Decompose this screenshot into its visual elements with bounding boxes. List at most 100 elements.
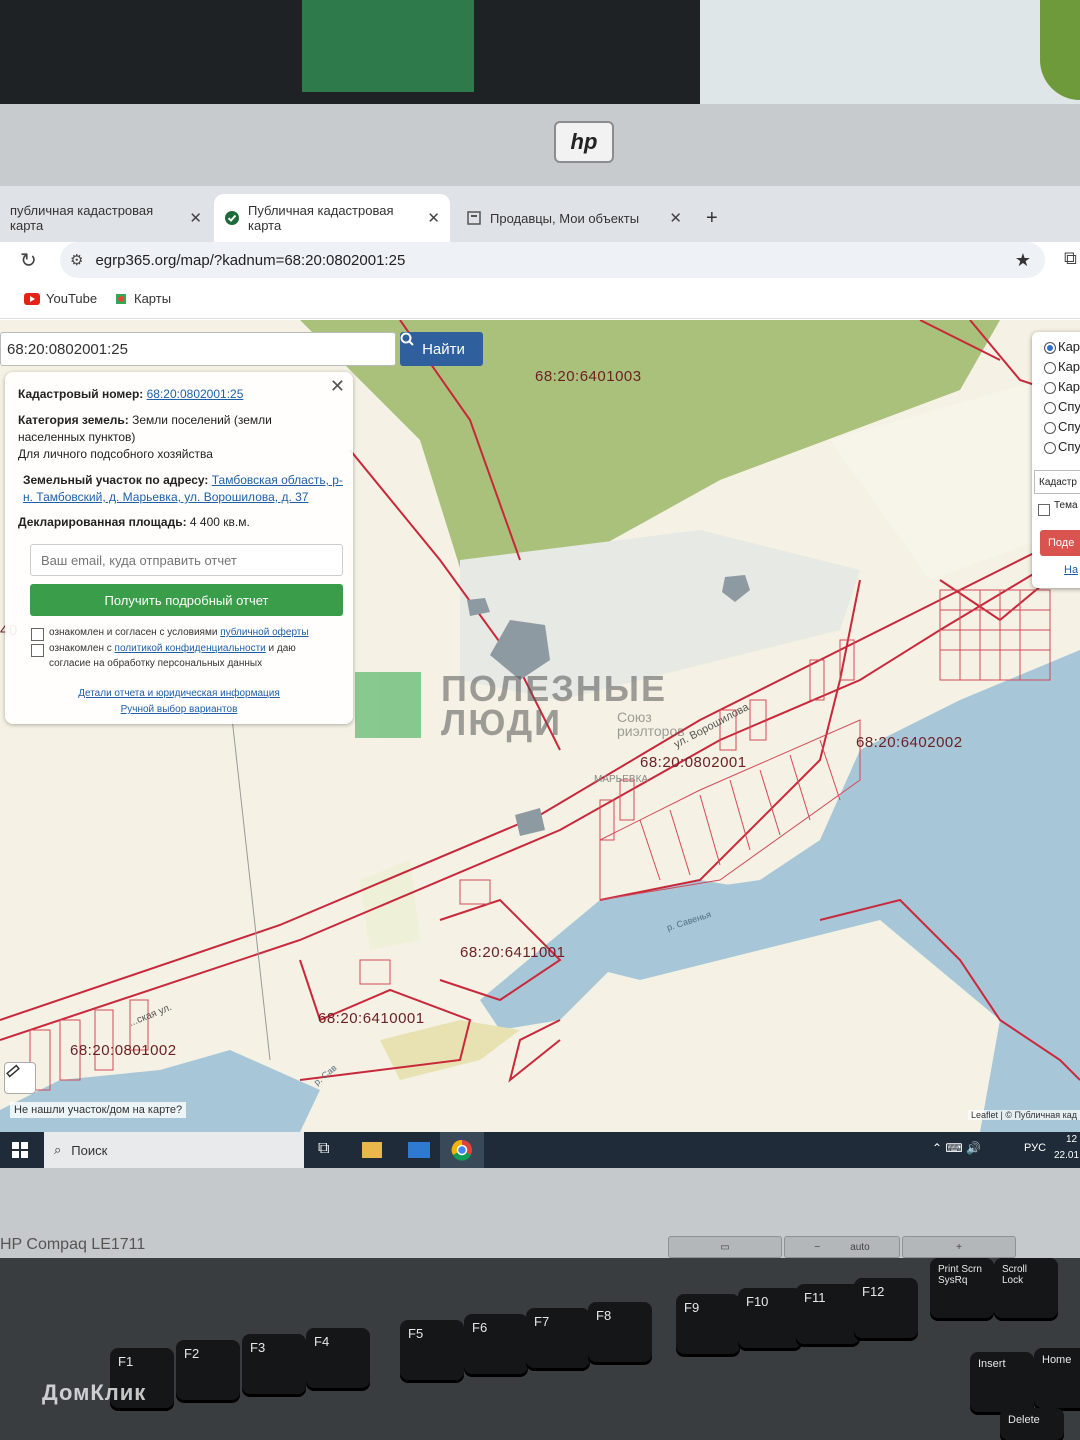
layer-radio[interactable] (1044, 402, 1056, 414)
extensions-icon[interactable]: ⧉ (1064, 248, 1077, 269)
tab-sellers[interactable]: Продавцы, Мои объекты ✕ (456, 194, 692, 242)
watermark-logo-icon (355, 672, 421, 738)
cadastral-number-link[interactable]: 68:20:0802001:25 (147, 387, 244, 401)
reload-icon[interactable]: ↻ (20, 248, 37, 273)
layer-label: Кар (1058, 359, 1080, 374)
cadastral-search-input[interactable] (0, 332, 396, 366)
quarter-label: 68:20:6410001 (318, 1010, 425, 1027)
background-window (700, 0, 1080, 110)
offer-consent-text: ознакомлен и согласен с условиями публич… (49, 625, 339, 640)
key-f11[interactable]: F11 (796, 1284, 860, 1344)
not-found-link[interactable]: Не нашли участок/дом на карте? (10, 1102, 187, 1118)
clock-date[interactable]: 22.01 (1054, 1150, 1079, 1161)
tray-icons[interactable]: ⌃ ⌨ 🔊 (932, 1141, 981, 1155)
land-use: Для личного подсобного хозяйства (18, 447, 213, 461)
land-category-row: Категория земель: Земли поселений (земли… (18, 412, 338, 446)
ruler-tool-button[interactable] (4, 1062, 36, 1094)
privacy-consent-checkbox[interactable] (31, 644, 44, 657)
ruler-icon (6, 1064, 20, 1078)
get-report-button[interactable]: Получить подробный отчет (30, 584, 343, 616)
details-link[interactable]: Детали отчета и юридическая информация (78, 688, 280, 699)
key-f6[interactable]: F6 (464, 1314, 528, 1374)
key-f10[interactable]: F10 (738, 1288, 802, 1348)
quarter-label: 68:20:0801002 (70, 1042, 177, 1059)
key-f8[interactable]: F8 (588, 1302, 652, 1362)
watermark-sub2: риэлторов (617, 723, 685, 739)
layer-radio[interactable] (1044, 342, 1056, 354)
poleznye-ludi-watermark: ПОЛЕЗНЫЕ ЛЮДИ Союз риэлторов (355, 668, 715, 743)
bookmark-youtube[interactable]: YouTube (24, 291, 97, 306)
layer-radio[interactable] (1044, 442, 1056, 454)
chrome-taskbar-button[interactable] (440, 1132, 484, 1168)
key-home[interactable]: Home (1034, 1348, 1080, 1408)
auto-label: auto (850, 1241, 870, 1253)
map-attribution[interactable]: Leaflet | © Публичная кад (967, 1110, 1080, 1120)
watermark-sub: Союз риэлторов (617, 710, 685, 738)
cadastral-map[interactable]: Найти 68:20:6401003 68:20:0802001 68:20:… (0, 320, 1080, 1132)
address-bar[interactable]: ⚙ egrp365.org/map/?kadnum=68:20:0802001:… (60, 242, 1045, 278)
layer-radio[interactable] (1044, 422, 1056, 434)
watermark-sub1: Союз (617, 709, 652, 725)
layer-radio[interactable] (1044, 362, 1056, 374)
theme-checkbox[interactable] (1038, 504, 1050, 516)
key-f5[interactable]: F5 (400, 1320, 464, 1380)
monitor-minus-button[interactable]: − auto (784, 1236, 900, 1258)
share-button[interactable]: Поде (1040, 530, 1080, 556)
layer-label: Кар (1058, 379, 1080, 394)
new-tab-button[interactable]: + (696, 194, 726, 242)
key-print-screen[interactable]: Print Scrn SysRq (930, 1258, 994, 1318)
windows-taskbar: ⌕ Поиск ⧉ ⌃ ⌨ 🔊 РУС 12 22.01 (0, 1132, 1080, 1168)
taskbar-search[interactable]: ⌕ Поиск (44, 1132, 304, 1168)
close-icon[interactable]: ✕ (669, 209, 682, 227)
key-insert[interactable]: Insert (970, 1352, 1034, 1412)
close-icon[interactable]: ✕ (189, 209, 202, 227)
key-f7[interactable]: F7 (526, 1308, 590, 1368)
key-f12[interactable]: F12 (854, 1278, 918, 1338)
consent2-prefix: ознакомлен с (49, 643, 112, 654)
bookmark-label: YouTube (46, 291, 98, 306)
windows-start-icon[interactable] (12, 1142, 28, 1161)
manual-selection-link[interactable]: Ручной выбор вариантов (121, 704, 238, 715)
quarter-label: 68:20:6411001 (460, 944, 566, 961)
tab-label: публичная кадастровая карта (10, 203, 154, 233)
layer-select[interactable]: Кадастр (1034, 470, 1080, 494)
email-field[interactable] (30, 544, 343, 576)
watermark-line2: ЛЮДИ (441, 702, 563, 743)
monitor-plus-button[interactable]: + (902, 1236, 1016, 1258)
quarter-label: 68:20:6402002 (856, 734, 963, 751)
tab-cadastral-2[interactable]: Публичная кадастровая карта ✕ (214, 194, 450, 242)
file-explorer-icon[interactable] (362, 1142, 382, 1158)
close-icon[interactable]: ✕ (427, 209, 440, 227)
key-f3[interactable]: F3 (242, 1334, 306, 1394)
page-icon (466, 210, 482, 226)
monitor-menu-button[interactable]: ▭ (668, 1236, 782, 1258)
task-view-icon[interactable]: ⧉ (318, 1140, 329, 1158)
key-delete[interactable]: Delete (1000, 1408, 1064, 1440)
clock-time[interactable]: 12 (1066, 1134, 1077, 1145)
layer-radio[interactable] (1044, 382, 1056, 394)
layers-panel: Кар Кар Кар Спу Спу Спу Кадастр Тема Под… (1032, 332, 1080, 588)
key-f9[interactable]: F9 (676, 1294, 740, 1354)
mail-icon[interactable] (408, 1142, 430, 1158)
key-f2[interactable]: F2 (176, 1340, 240, 1400)
privacy-link[interactable]: политикой конфиденциальности (115, 643, 266, 654)
find-button[interactable]: Найти (400, 332, 483, 366)
bookmark-maps[interactable]: Карты (114, 291, 171, 306)
maps-icon (116, 293, 126, 304)
offer-link[interactable]: публичной оферты (220, 627, 308, 638)
layer-label: Спу (1058, 399, 1080, 414)
bookmarks-bar: YouTube Карты (0, 282, 1080, 319)
site-settings-icon[interactable]: ⚙ (70, 251, 83, 269)
details-link-row: Детали отчета и юридическая информация (5, 688, 353, 699)
key-scroll-lock[interactable]: Scroll Lock (994, 1258, 1058, 1318)
tab-cadastral-1[interactable]: публичная кадастровая карта ✕ (0, 194, 212, 242)
star-icon[interactable]: ★ (1015, 250, 1031, 271)
chrome-icon (451, 1139, 472, 1161)
layers-link[interactable]: На (1064, 564, 1078, 576)
search-icon: ⌕ (54, 1142, 62, 1157)
key-f4[interactable]: F4 (306, 1328, 370, 1388)
taskbar-search-label: Поиск (71, 1142, 108, 1158)
theme-label: Тема (1054, 500, 1078, 511)
language-indicator[interactable]: РУС (1024, 1142, 1046, 1154)
offer-consent-checkbox[interactable] (31, 628, 44, 641)
